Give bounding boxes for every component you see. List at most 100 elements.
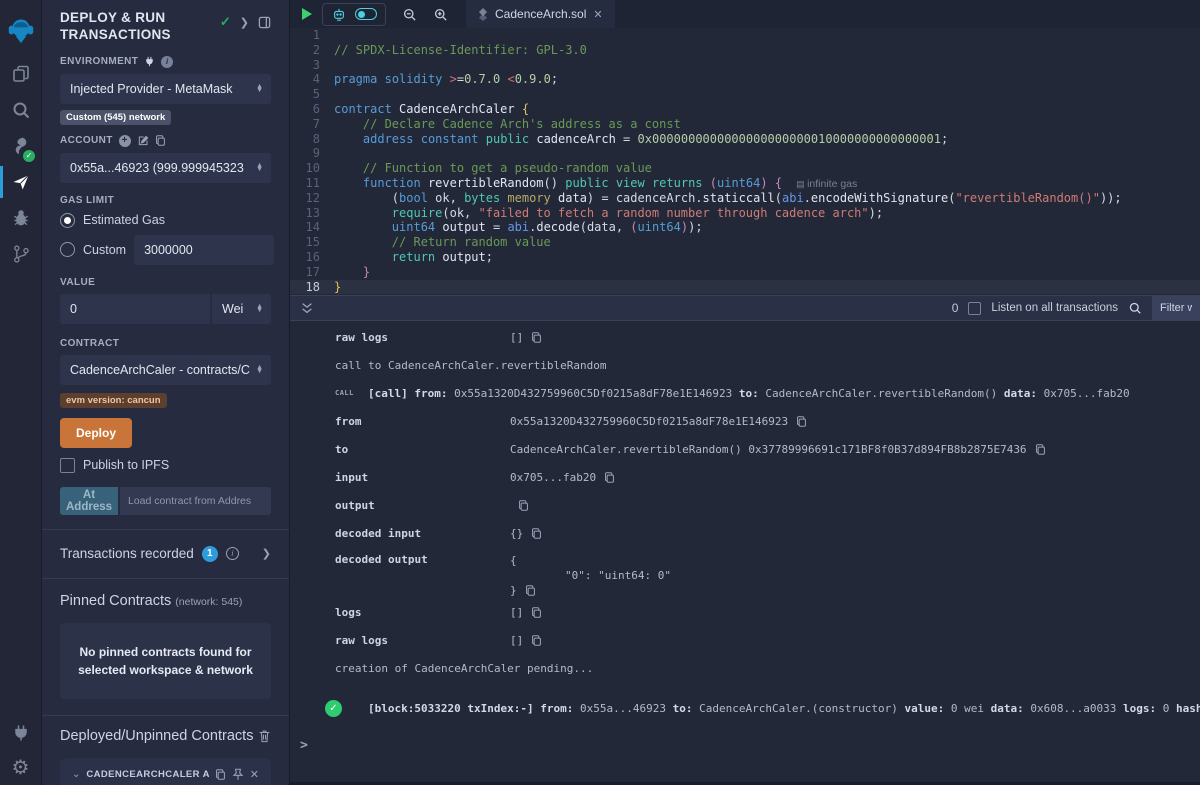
- sidebar-item-deploy-run[interactable]: [0, 164, 41, 200]
- collapse-terminal-icon[interactable]: [300, 301, 314, 315]
- copy-icon[interactable]: [1035, 444, 1046, 455]
- line-number: 7: [290, 117, 334, 132]
- chevron-right-icon[interactable]: ❯: [262, 547, 271, 560]
- deploy-button[interactable]: Deploy: [60, 418, 132, 448]
- copy-icon[interactable]: [531, 528, 542, 539]
- remix-ai-robot-icon[interactable]: [331, 7, 347, 22]
- line-content: return output;: [334, 250, 493, 265]
- transactions-info-icon[interactable]: i: [226, 547, 239, 560]
- line-number: 13: [290, 206, 334, 221]
- sidebar-item-plugin-manager[interactable]: [0, 715, 41, 751]
- terminal-filter-input[interactable]: [1152, 295, 1200, 321]
- run-script-play-icon[interactable]: [302, 8, 312, 20]
- line-number: 12: [290, 191, 334, 206]
- no-pinned-contracts-message: No pinned contracts found for selected w…: [60, 623, 271, 699]
- close-icon[interactable]: ✕: [250, 768, 259, 781]
- tab-cadencearch-sol[interactable]: CadenceArch.sol ✕: [466, 0, 615, 28]
- environment-info-icon[interactable]: i: [161, 56, 173, 68]
- publish-ipfs-row[interactable]: Publish to IPFS: [60, 458, 271, 473]
- code-line: 2// SPDX-License-Identifier: GPL-3.0: [290, 43, 1200, 58]
- terminal-entry-kv: raw logs[]: [290, 323, 1200, 351]
- value-unit-select[interactable]: Wei ▲▼: [212, 294, 271, 324]
- line-number: 11: [290, 176, 334, 191]
- copy-account-icon[interactable]: [155, 135, 166, 146]
- code-editor[interactable]: 12// SPDX-License-Identifier: GPL-3.034p…: [290, 28, 1200, 295]
- terminal-panel[interactable]: raw logs[]call to CadenceArchCaler.rever…: [290, 321, 1200, 785]
- line-number: 4: [290, 72, 334, 87]
- collapse-chevron-icon[interactable]: ⌄: [72, 769, 80, 780]
- value-input[interactable]: [60, 294, 210, 324]
- line-number: 3: [290, 58, 334, 73]
- at-address-button[interactable]: At Address: [60, 487, 118, 515]
- sidebar-item-solidity-compiler[interactable]: ✓: [0, 128, 41, 164]
- terminal-toolbar: 0 Listen on all transactions: [290, 295, 1200, 321]
- add-account-icon[interactable]: +: [119, 135, 131, 147]
- copy-icon[interactable]: [531, 607, 542, 618]
- sidebar-item-search[interactable]: [0, 92, 41, 128]
- sidebar-item-file-explorer[interactable]: [0, 56, 41, 92]
- terminal-key: decoded output: [335, 553, 510, 566]
- edit-account-icon[interactable]: [137, 135, 149, 147]
- deployed-contract-name[interactable]: CADENCEARCHCALER AT 0X: [86, 769, 208, 780]
- at-address-input[interactable]: [120, 487, 271, 515]
- code-line: 1: [290, 28, 1200, 43]
- git-branch-icon: [11, 244, 31, 264]
- line-content: }: [334, 265, 370, 280]
- copilot-toggle[interactable]: [355, 8, 377, 20]
- copy-icon[interactable]: [604, 472, 615, 483]
- trash-icon[interactable]: [258, 729, 271, 743]
- terminal-entry-kv: toCadenceArchCaler.revertibleRandom() 0x…: [290, 435, 1200, 463]
- copy-icon[interactable]: [518, 500, 529, 511]
- sidebar-item-debugger[interactable]: [0, 200, 41, 236]
- debugger-bug-icon: [11, 208, 31, 228]
- terminal-prompt[interactable]: >: [290, 738, 1200, 753]
- line-number: 8: [290, 132, 334, 147]
- environment-label-row: ENVIRONMENT i: [60, 56, 271, 68]
- zoom-in-button[interactable]: [425, 7, 456, 22]
- evm-version-badge: evm version: cancun: [60, 393, 167, 408]
- copy-icon[interactable]: [531, 332, 542, 343]
- terminal-value: {}: [510, 527, 523, 540]
- code-line: 3: [290, 58, 1200, 73]
- sidebar-item-git[interactable]: [0, 236, 41, 272]
- code-line: 9: [290, 146, 1200, 161]
- copy-icon[interactable]: [796, 416, 807, 427]
- pin-icon[interactable]: [232, 768, 244, 781]
- copy-icon[interactable]: [531, 635, 542, 646]
- listen-all-checkbox[interactable]: [968, 302, 981, 315]
- sidebar-item-settings[interactable]: ⚙: [0, 751, 41, 783]
- terminal-entry-kv: input0x705...fab20: [290, 463, 1200, 491]
- pin-panel-icon[interactable]: [258, 16, 271, 29]
- environment-value: Injected Provider - MetaMask: [70, 82, 250, 96]
- terminal-search-icon[interactable]: [1128, 301, 1142, 315]
- copy-address-icon[interactable]: [215, 769, 226, 780]
- custom-gas-label: Custom: [83, 243, 126, 257]
- zoom-out-icon: [402, 7, 417, 22]
- estimated-gas-option[interactable]: Estimated Gas: [60, 213, 271, 228]
- custom-gas-option[interactable]: Custom: [60, 235, 271, 265]
- zoom-out-button[interactable]: [394, 7, 425, 22]
- network-badge: Custom (545) network: [60, 110, 171, 125]
- custom-gas-radio[interactable]: [60, 242, 75, 257]
- terminal-entry-block: ✓[block:5033220 txIndex:-] from: 0x55a..…: [290, 694, 1200, 722]
- account-select[interactable]: 0x55a...46923 (999.999945323 ▲▼: [60, 153, 271, 183]
- publish-ipfs-checkbox[interactable]: [60, 458, 75, 473]
- gas-limit-label: GAS LIMIT: [60, 195, 271, 206]
- environment-select[interactable]: Injected Provider - MetaMask ▲▼: [60, 74, 271, 104]
- terminal-key: raw logs: [335, 331, 510, 344]
- line-content: // Function to get a pseudo-random value: [334, 161, 652, 176]
- contract-select[interactable]: CadenceArchCaler - contracts/Cac ▲▼: [60, 355, 271, 385]
- settings-gear-icon: ⚙: [12, 755, 30, 780]
- remix-logo[interactable]: [0, 4, 41, 56]
- estimated-gas-radio[interactable]: [60, 213, 75, 228]
- line-content: function revertibleRandom() public view …: [334, 176, 857, 191]
- tab-close-icon[interactable]: ✕: [593, 8, 602, 21]
- line-number: 14: [290, 220, 334, 235]
- terminal-entries: raw logs[]call to CadenceArchCaler.rever…: [290, 323, 1200, 722]
- terminal-entry-call: call[call] from: 0x55a1320D432759960C5Df…: [290, 379, 1200, 407]
- line-number: 5: [290, 87, 334, 102]
- transactions-recorded-row[interactable]: Transactions recorded 1 i ❯: [42, 530, 289, 578]
- copy-icon[interactable]: [525, 585, 536, 596]
- panel-forward-icon[interactable]: ❯: [240, 16, 249, 29]
- custom-gas-input[interactable]: [134, 235, 274, 265]
